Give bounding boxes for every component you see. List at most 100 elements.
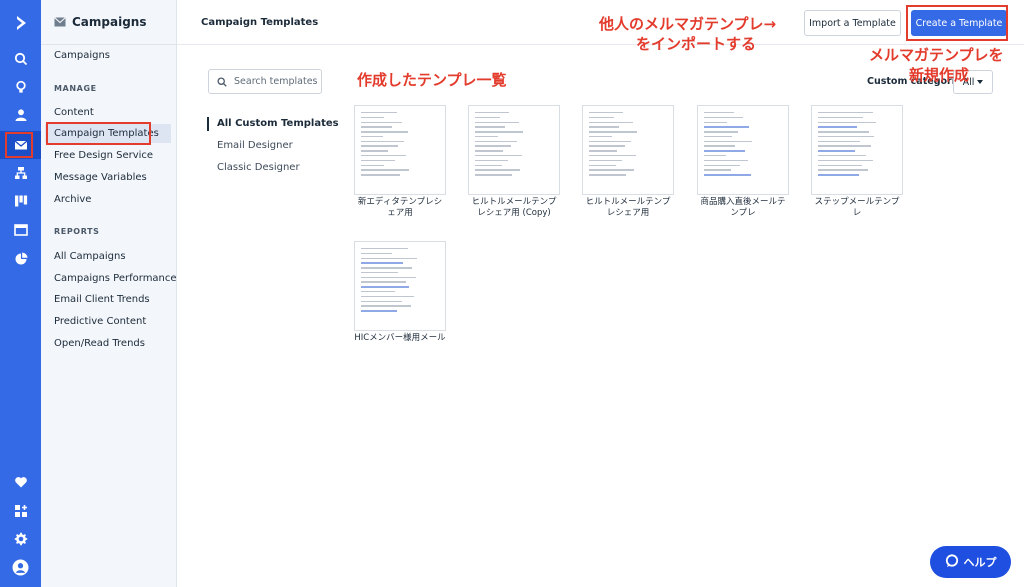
template-card[interactable]: ステップメールテンプレ <box>811 105 903 219</box>
search-icon <box>217 72 227 91</box>
site-icon[interactable] <box>0 216 41 244</box>
thumbnail-text-line <box>475 159 508 162</box>
thumbnail-text-line <box>589 169 635 171</box>
template-card[interactable]: ヒルトルメールテンプレシェア用 (Copy) <box>468 105 560 219</box>
search-templates-input[interactable] <box>234 76 322 87</box>
sidebar-item-campaigns[interactable]: Campaigns <box>54 50 110 61</box>
thumbnail-text-line <box>475 164 502 166</box>
annotation-create-line1: メルマガテンプレを <box>869 46 1004 64</box>
thumbnail-text-line <box>361 155 407 157</box>
template-name[interactable]: HICメンバー様用メール <box>354 333 446 344</box>
thumbnail-text-line <box>361 116 385 119</box>
deals-board-icon[interactable] <box>0 187 41 215</box>
thumbnail-text-line <box>589 174 627 176</box>
thumbnail-text-line <box>589 159 622 162</box>
template-thumbnail[interactable] <box>582 105 674 195</box>
thumbnail-text-line <box>475 155 522 157</box>
template-card[interactable]: ヒルトルメールテンプレシェア用 <box>582 105 674 219</box>
lightbulb-icon[interactable] <box>0 73 41 101</box>
reports-pie-icon[interactable] <box>0 245 41 273</box>
template-thumbnail[interactable] <box>468 105 560 195</box>
thumbnail-text-line <box>475 121 519 123</box>
thumbnail-text-line <box>475 116 500 119</box>
thumbnail-text-line <box>361 300 402 302</box>
category-email-designer[interactable]: Email Designer <box>217 140 293 151</box>
thumbnail-text-line <box>361 159 396 162</box>
thumbnail-text-line <box>361 135 383 138</box>
automations-icon[interactable] <box>0 159 41 187</box>
thumbnail-text-line <box>589 126 619 128</box>
thumbnail-text-line <box>361 286 410 288</box>
thumbnail-text-line <box>361 295 415 298</box>
template-card[interactable]: HICメンバー様用メール <box>354 241 446 344</box>
thumbnail-text-line <box>704 116 743 119</box>
sidebar-item-archive[interactable]: Archive <box>54 194 91 205</box>
thumbnail-text-line <box>589 150 618 152</box>
template-thumbnail[interactable] <box>697 105 789 195</box>
thumbnail-text-line <box>818 150 856 152</box>
sidebar-item-predictive-content[interactable]: Predictive Content <box>54 316 146 327</box>
thumbnail-text-line <box>818 140 861 143</box>
icon-rail <box>0 0 47 587</box>
thumbnail-text-line <box>704 169 731 171</box>
sidebar-item-campaigns-performance[interactable]: Campaigns Performance <box>54 273 177 284</box>
thumbnail-text-line <box>818 155 867 157</box>
heart-icon[interactable] <box>0 468 41 496</box>
template-name[interactable]: 商品購入直後メールテンプレ <box>697 197 789 219</box>
thumbnail-text-line <box>704 126 750 128</box>
campaigns-sidebar: Campaigns Campaigns MANAGE Content Campa… <box>41 0 177 587</box>
thumbnail-text-line <box>704 121 728 123</box>
manage-section-header: MANAGE <box>54 84 97 93</box>
template-name[interactable]: ヒルトルメールテンプレシェア用 <box>582 197 674 219</box>
sidebar-item-email-client-trends[interactable]: Email Client Trends <box>54 294 150 305</box>
template-name[interactable]: 新エディタテンプレシェア用 <box>354 197 446 219</box>
logo-chevron-icon[interactable] <box>0 8 41 38</box>
search-icon[interactable] <box>0 45 41 73</box>
thumbnail-text-line <box>475 169 521 171</box>
template-name[interactable]: ヒルトルメールテンプレシェア用 (Copy) <box>468 197 560 219</box>
template-thumbnail[interactable] <box>811 105 903 195</box>
thumbnail-text-line <box>589 135 613 138</box>
thumbnail-text-line <box>818 131 870 133</box>
template-card[interactable]: 商品購入直後メールテンプレ <box>697 105 789 219</box>
thumbnail-text-line <box>589 155 636 157</box>
template-card[interactable]: 新エディタテンプレシェア用 <box>354 105 446 219</box>
thumbnail-text-line <box>818 164 862 166</box>
apps-icon[interactable] <box>0 497 41 525</box>
gear-icon[interactable] <box>0 525 41 553</box>
thumbnail-text-line <box>361 271 399 274</box>
thumbnail-text-line <box>361 276 416 279</box>
thumbnail-text-line <box>361 305 411 307</box>
thumbnail-text-line <box>361 126 393 128</box>
template-thumbnail[interactable] <box>354 241 446 331</box>
thumbnail-text-line <box>704 164 740 166</box>
contacts-icon[interactable] <box>0 101 41 129</box>
envelope-icon <box>54 17 66 27</box>
thumbnail-text-line <box>704 155 726 157</box>
thumbnail-text-line <box>589 145 625 147</box>
sidebar-item-open-read-trends[interactable]: Open/Read Trends <box>54 338 145 349</box>
thumbnail-text-line <box>818 126 857 128</box>
help-button[interactable]: ヘルプ <box>930 546 1011 578</box>
annotation-create-line2: 新規作成 <box>909 66 970 84</box>
thumbnail-text-line <box>475 135 499 138</box>
thumbnail-text-line <box>704 159 748 162</box>
sidebar-item-free-design-service[interactable]: Free Design Service <box>54 150 153 161</box>
search-box[interactable] <box>208 69 322 94</box>
sidebar-item-content[interactable]: Content <box>54 107 94 118</box>
thumbnail-text-line <box>361 112 397 114</box>
category-all-custom-templates[interactable]: All Custom Templates <box>217 118 339 129</box>
thumbnail-text-line <box>361 267 413 269</box>
thumbnail-text-line <box>589 140 632 143</box>
annotation-template-list: 作成したテンプレ一覧 <box>357 71 507 89</box>
template-thumbnail[interactable] <box>354 105 446 195</box>
template-name[interactable]: ステップメールテンプレ <box>811 197 903 219</box>
create-template-highlight-box <box>906 5 1008 41</box>
sidebar-divider <box>41 44 176 45</box>
thumbnail-text-line <box>589 121 633 123</box>
sidebar-item-all-campaigns[interactable]: All Campaigns <box>54 251 126 262</box>
import-template-button[interactable]: Import a Template <box>804 10 901 36</box>
user-avatar-icon[interactable] <box>0 553 41 581</box>
sidebar-item-message-variables[interactable]: Message Variables <box>54 172 147 183</box>
category-classic-designer[interactable]: Classic Designer <box>217 162 300 173</box>
